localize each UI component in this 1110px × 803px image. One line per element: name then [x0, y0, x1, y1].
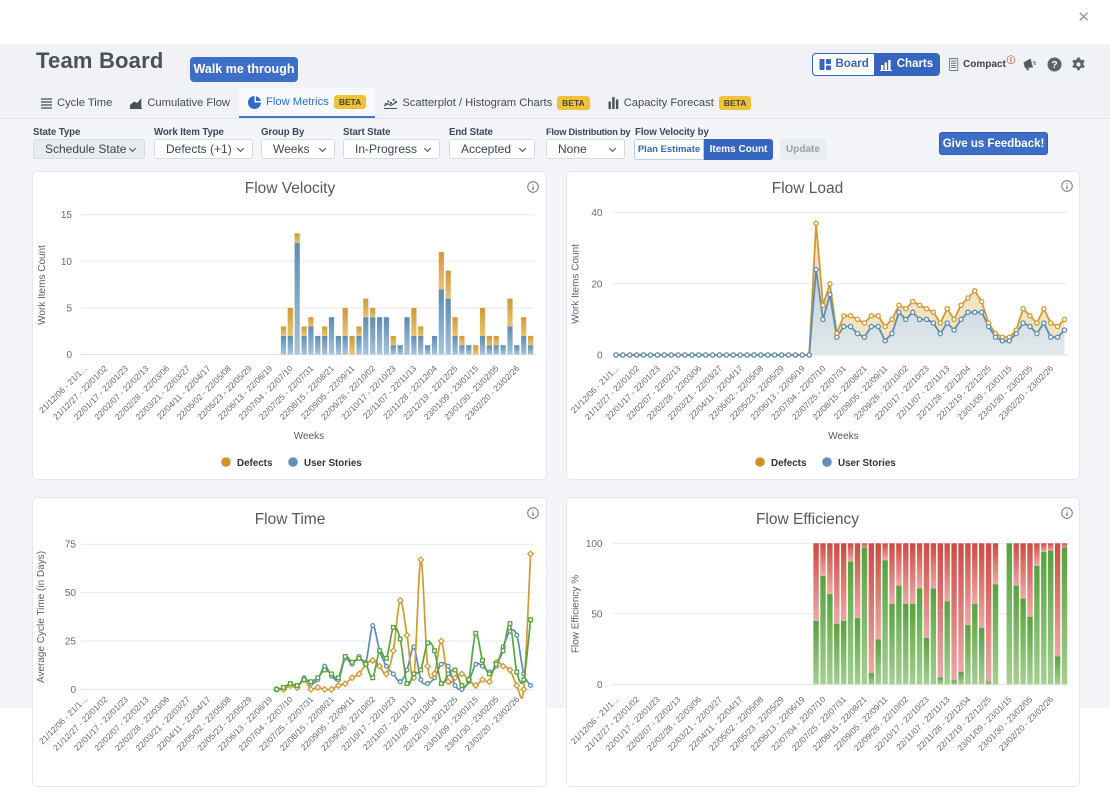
svg-text:Defects: Defects [237, 458, 273, 469]
svg-text:0: 0 [70, 685, 76, 696]
svg-text:Weeks: Weeks [294, 431, 324, 442]
svg-text:5: 5 [66, 303, 72, 314]
svg-text:Weeks: Weeks [828, 431, 858, 442]
svg-text:Flow Efficiency %: Flow Efficiency % [570, 575, 581, 653]
svg-text:0: 0 [596, 680, 602, 691]
svg-text:50: 50 [591, 609, 603, 620]
svg-text:Flow Time: Flow Time [255, 511, 326, 528]
svg-text:20: 20 [591, 279, 603, 290]
svg-text:User Stories: User Stories [304, 458, 362, 469]
svg-text:25: 25 [65, 637, 77, 648]
svg-text:Flow Velocity: Flow Velocity [245, 180, 336, 197]
svg-text:40: 40 [591, 208, 603, 219]
svg-text:75: 75 [65, 540, 77, 551]
svg-text:Average Cycle Time (in Days): Average Cycle Time (in Days) [36, 551, 47, 683]
svg-text:10: 10 [61, 257, 73, 268]
svg-text:Flow Efficiency: Flow Efficiency [755, 511, 858, 528]
svg-text:100: 100 [585, 539, 602, 550]
svg-text:0: 0 [66, 350, 72, 361]
svg-text:Defects: Defects [771, 458, 807, 469]
svg-text:15: 15 [61, 210, 73, 221]
svg-text:User Stories: User Stories [838, 458, 896, 469]
svg-text:0: 0 [596, 351, 602, 362]
svg-text:Work Items Count: Work Items Count [37, 245, 48, 325]
svg-text:Flow Load: Flow Load [771, 180, 843, 197]
svg-text:50: 50 [65, 588, 77, 599]
svg-text:Work Items Count: Work Items Count [570, 244, 581, 324]
